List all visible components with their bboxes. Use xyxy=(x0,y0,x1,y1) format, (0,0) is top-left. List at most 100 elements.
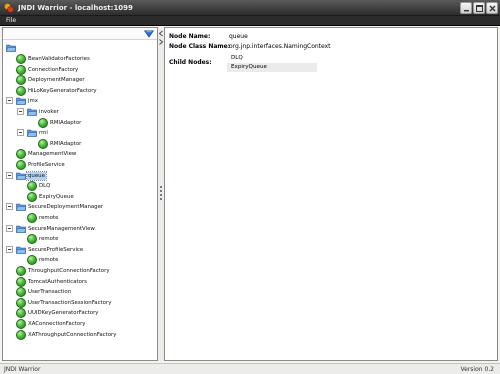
green-leaf-icon xyxy=(27,181,37,192)
tree-node-label: SecureManagementView xyxy=(28,225,95,232)
tree-node[interactable]: SecureManagementView xyxy=(16,224,156,234)
tree-root[interactable] xyxy=(6,43,26,53)
collapse-icon[interactable] xyxy=(6,171,13,179)
green-leaf-icon xyxy=(38,138,48,149)
minimize-icon xyxy=(464,10,469,12)
folder-open-icon xyxy=(16,204,26,212)
node-details-panel: Node Name: queue Node Class Name: org.jn… xyxy=(164,27,498,361)
tree-node-label: XAThroughputConnectionFactory xyxy=(28,331,117,338)
tree-collapse-toggle[interactable] xyxy=(6,96,14,106)
tree-node[interactable]: ConnectionFactory xyxy=(16,64,156,75)
tree-node[interactable]: XAThroughputConnectionFactory xyxy=(16,329,156,340)
tree-node[interactable]: invoker xyxy=(27,107,167,117)
child-node-item[interactable]: DLQ xyxy=(227,54,317,63)
child-nodes-label: Child Nodes: xyxy=(169,59,212,66)
tree-node[interactable]: DeploymentManager xyxy=(16,75,156,86)
tree-collapse-toggle[interactable] xyxy=(17,107,25,117)
tree-node[interactable]: remote xyxy=(27,255,167,266)
tree-node-label: SecureProfileService xyxy=(28,246,84,253)
tree-node[interactable]: UUIDKeyGeneratorFactory xyxy=(16,308,156,319)
collapse-icon[interactable] xyxy=(6,245,13,253)
green-leaf-icon xyxy=(27,191,37,202)
green-leaf-icon xyxy=(16,287,26,298)
green-leaf-icon xyxy=(16,149,26,160)
collapse-icon[interactable] xyxy=(17,129,24,137)
green-leaf-icon xyxy=(16,85,26,96)
tree-header xyxy=(3,28,157,40)
splitter-grip-icon[interactable] xyxy=(159,185,163,201)
tree-node[interactable]: BeanValidatorFactories xyxy=(16,54,156,64)
tree-node[interactable]: remote xyxy=(27,234,167,245)
tree-node[interactable]: RMIAdaptor xyxy=(38,117,178,128)
tree-node[interactable]: SecureProfileService xyxy=(16,245,156,255)
tree-node[interactable]: jmx xyxy=(16,96,156,106)
tree-node-label: ProfileService xyxy=(28,162,65,168)
green-leaf-icon xyxy=(16,64,26,75)
status-bar: JNDI Warrior Version 0.2 xyxy=(0,363,500,374)
close-button[interactable] xyxy=(486,2,498,14)
tree-node-label: ThroughputConnectionFactory xyxy=(28,268,110,274)
tree-node[interactable]: HiLoKeyGeneratorFactory xyxy=(16,85,156,96)
collapse-icon[interactable] xyxy=(6,97,13,105)
tree-node[interactable]: RMIAdaptor xyxy=(38,138,178,149)
node-name-value: queue xyxy=(229,33,248,40)
menu-bar: File xyxy=(0,16,500,26)
folder-open-icon xyxy=(6,44,16,52)
tree-node-label: UUIDKeyGeneratorFactory xyxy=(28,310,99,317)
green-leaf-icon xyxy=(16,297,26,308)
tree-node[interactable]: ManagementView xyxy=(16,149,156,160)
tree-node[interactable]: TomcatAuthenticators xyxy=(16,276,156,287)
tree-node[interactable]: queue xyxy=(16,170,156,181)
tree-node-label: SecureDeploymentManager xyxy=(28,204,104,211)
tree-collapse-toggle[interactable] xyxy=(6,171,14,181)
status-version: Version 0.2 xyxy=(460,366,494,373)
collapse-icon[interactable] xyxy=(6,203,13,211)
tree-node-label: remote xyxy=(39,215,59,221)
tree-node-label: jmx xyxy=(28,98,38,105)
status-app-name: JNDI Warrior xyxy=(4,366,41,373)
tree-node-label: remote xyxy=(39,236,59,243)
class-name-value: org.jnp.interfaces.NamingContext xyxy=(229,43,331,50)
green-leaf-icon xyxy=(16,54,26,64)
green-leaf-icon xyxy=(16,308,26,319)
title-bar[interactable]: JNDI Warrior - localhost:1099 xyxy=(0,0,500,16)
menu-file[interactable]: File xyxy=(6,17,16,25)
tree-node-label: rmi xyxy=(39,130,48,137)
tree-node[interactable]: SecureDeploymentManager xyxy=(16,202,156,212)
tree-node[interactable]: ProfileService xyxy=(16,160,156,170)
tree-node-label: BeanValidatorFactories xyxy=(28,56,90,62)
child-node-item[interactable]: ExpiryQueue xyxy=(227,63,317,72)
jndi-tree-panel[interactable]: BeanValidatorFactories ConnectionFactory D… xyxy=(2,27,158,361)
tree-node[interactable]: ExpiryQueue xyxy=(27,191,167,202)
green-leaf-icon xyxy=(16,266,26,276)
child-nodes-list[interactable]: DLQ ExpiryQueue xyxy=(227,54,317,72)
folder-open-icon xyxy=(16,246,26,254)
maximize-button[interactable] xyxy=(473,2,485,14)
filter-icon[interactable] xyxy=(144,30,154,38)
tree-node-label-selected: queue xyxy=(26,170,47,181)
tree-node[interactable]: ThroughputConnectionFactory xyxy=(16,266,156,276)
tree-node[interactable]: UserTransactionSessionFactory xyxy=(16,297,156,308)
green-leaf-icon xyxy=(27,234,37,245)
tree-node[interactable]: rmi xyxy=(27,128,167,138)
tree-node[interactable]: XAConnectionFactory xyxy=(16,319,156,329)
green-leaf-icon xyxy=(16,276,26,287)
tree-collapse-toggle[interactable] xyxy=(17,128,25,138)
tree-collapse-toggle[interactable] xyxy=(6,202,14,212)
tree-collapse-toggle[interactable] xyxy=(6,245,14,255)
tree-node[interactable]: remote xyxy=(27,213,167,223)
folder-open-icon xyxy=(16,225,26,233)
tree-node-label: HiLoKeyGeneratorFactory xyxy=(28,87,97,94)
folder-open-icon xyxy=(16,98,26,106)
tree-node[interactable]: UserTransaction xyxy=(16,287,156,298)
minimize-button[interactable] xyxy=(460,2,472,14)
window-title: JNDI Warrior - localhost:1099 xyxy=(18,4,133,12)
tree-node-label: invoker xyxy=(39,109,59,115)
collapse-icon[interactable] xyxy=(6,224,13,232)
collapse-icon[interactable] xyxy=(17,108,24,115)
tree-node-label: UserTransaction xyxy=(28,289,72,296)
folder-open-icon xyxy=(27,129,37,137)
tree-collapse-toggle[interactable] xyxy=(6,224,14,234)
folder-open-icon xyxy=(16,172,26,180)
tree-node[interactable]: DLQ xyxy=(27,181,167,192)
